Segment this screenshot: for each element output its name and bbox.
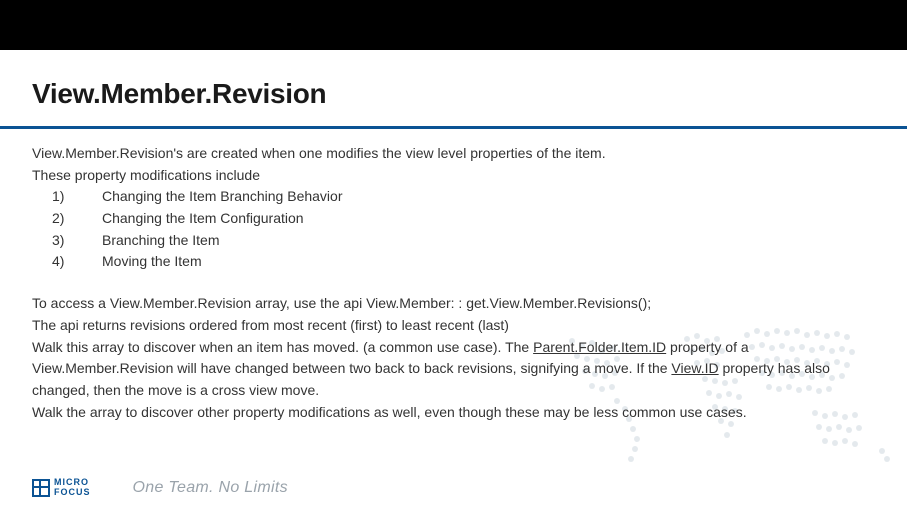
list-number: 2) [52,208,102,230]
list-text: Changing the Item Branching Behavior [102,186,342,208]
walk-array-paragraph: Walk this array to discover when an item… [32,337,875,402]
logo-line-2: FOCUS [54,488,91,497]
list-item: 4) Moving the Item [52,251,875,273]
access-api-paragraph: To access a View.Member.Revision array, … [32,293,875,315]
list-text: Changing the Item Configuration [102,208,304,230]
list-number: 4) [52,251,102,273]
list-item: 1) Changing the Item Branching Behavior [52,186,875,208]
list-number: 3) [52,230,102,252]
logo-text: MICRO FOCUS [54,478,91,497]
parent-folder-item-id-prop: Parent.Folder.Item.ID [533,339,666,355]
list-item: 2) Changing the Item Configuration [52,208,875,230]
list-text: Moving the Item [102,251,202,273]
tagline: One Team. No Limits [133,479,288,497]
intro-line-1: View.Member.Revision's are created when … [32,143,875,165]
other-modifications-paragraph: Walk the array to discover other propert… [32,402,875,424]
footer: MICRO FOCUS One Team. No Limits [32,478,288,497]
property-list: 1) Changing the Item Branching Behavior … [52,186,875,273]
logo-mark-icon [32,479,50,497]
api-call: View.Member: : get.View.Member.Revisions… [366,295,651,311]
list-text: Branching the Item [102,230,220,252]
access-api-lead: To access a View.Member.Revision array, … [32,295,366,311]
page-title: View.Member.Revision [32,78,875,110]
walk-array-a: Walk this array to discover when an item… [32,339,533,355]
micro-focus-logo: MICRO FOCUS [32,478,91,497]
list-item: 3) Branching the Item [52,230,875,252]
ordering-paragraph: The api returns revisions ordered from m… [32,315,875,337]
title-area: View.Member.Revision [0,50,907,120]
content-body: View.Member.Revision's are created when … [0,129,907,423]
top-black-bar [0,0,907,50]
intro-line-2: These property modifications include [32,165,875,187]
view-id-prop: View.ID [671,360,718,376]
list-number: 1) [52,186,102,208]
